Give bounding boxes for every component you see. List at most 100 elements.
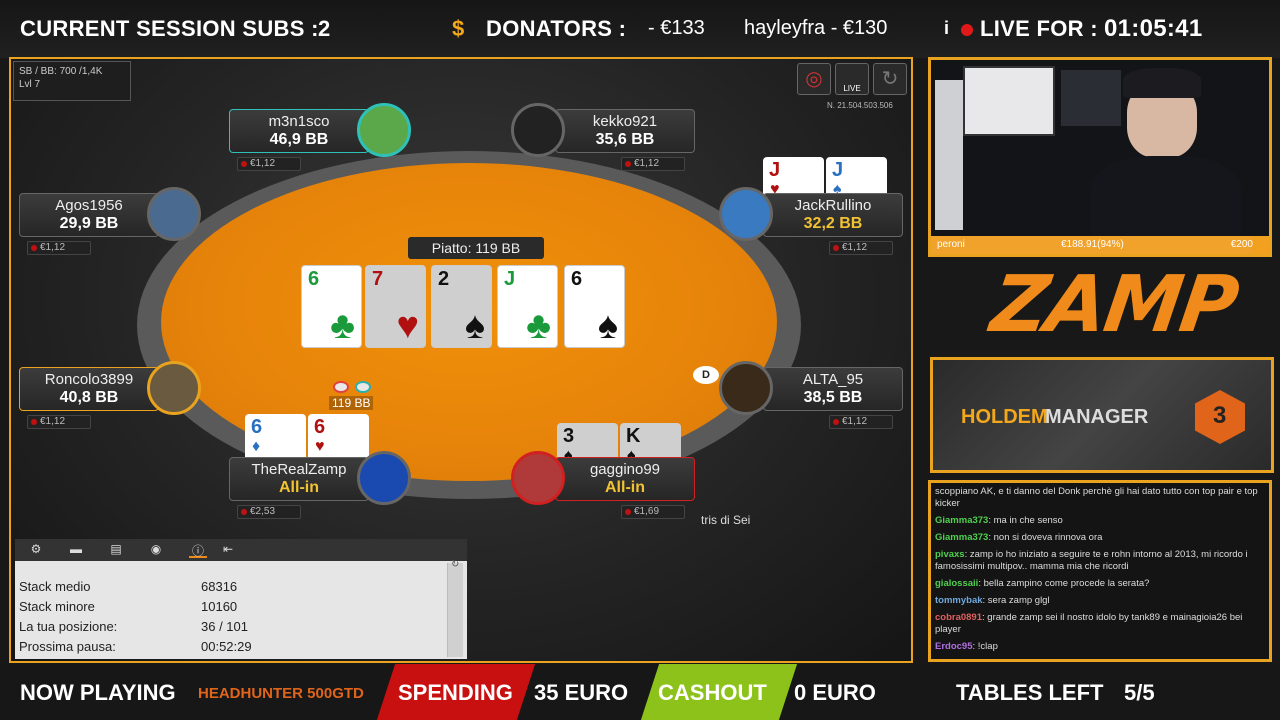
player-name: Roncolo3899 bbox=[44, 371, 134, 388]
spending-label: SPENDING bbox=[398, 680, 513, 705]
card-suit-icon: ♠ bbox=[597, 305, 618, 347]
cashout-value: 0 EURO bbox=[794, 680, 876, 705]
chat-message: Erdoc95: !clap bbox=[935, 641, 998, 652]
player-stack: 46,9 BB bbox=[269, 131, 329, 148]
player-avatar bbox=[511, 103, 565, 157]
card-rank: 6 bbox=[251, 416, 263, 438]
chip-icon bbox=[333, 381, 349, 393]
webcam-feed: peroni €188.91(94%) €200 bbox=[928, 57, 1272, 257]
player-plate: m3n1sco 46,9 BB bbox=[229, 109, 369, 153]
card-rank: 2 bbox=[438, 268, 450, 290]
goal-amount: €188.91(94%) bbox=[1061, 239, 1124, 250]
blinds-text: SB / BB: 700 /1,4K bbox=[19, 66, 103, 77]
stat-value: 10160 bbox=[201, 599, 238, 614]
player-stack: All-in bbox=[605, 479, 645, 496]
player-seat[interactable]: ALTA_95 38,5 BB €1,12 bbox=[719, 361, 903, 437]
player-plate: kekko921 35,6 BB bbox=[555, 109, 695, 153]
stat-row: Stack minore 10160 bbox=[19, 599, 237, 614]
chat-message: gialossaii: bella zampino come procede l… bbox=[935, 578, 1150, 589]
card-rank: 3 bbox=[563, 425, 575, 447]
player-seat[interactable]: kekko921 35,6 BB €1,12 bbox=[511, 103, 695, 179]
card-rank: J bbox=[769, 159, 781, 181]
player-seat[interactable]: Roncolo3899 40,8 BB €1,12 bbox=[19, 361, 203, 437]
info-tab-icon[interactable]: ⓘ bbox=[189, 542, 207, 558]
player-name: kekko921 bbox=[592, 113, 658, 130]
stat-row: Prossima pausa: 00:52:29 bbox=[19, 639, 252, 654]
card-rank: 6 bbox=[571, 268, 583, 290]
player-plate: gaggino99 All-in bbox=[555, 457, 695, 501]
stat-label: La tua posizione: bbox=[19, 619, 118, 634]
stat-label: Prossima pausa: bbox=[19, 639, 116, 654]
top-donator: hayleyfra - €130 bbox=[744, 17, 888, 39]
panel-tabs: ⚙ ▬ ▤ ◉ ⓘ ⇤ bbox=[15, 539, 467, 561]
stat-label: Stack medio bbox=[19, 579, 91, 594]
chat-text: sera zamp glgl bbox=[987, 595, 1050, 606]
bounty-value: €1,12 bbox=[829, 415, 893, 429]
live-time: 01:05:41 bbox=[1104, 15, 1203, 42]
player-avatar bbox=[357, 103, 411, 157]
spending-value: 35 EURO bbox=[534, 680, 629, 705]
chat-username: tommybak bbox=[935, 595, 983, 606]
refresh-small-icon[interactable]: ↻ bbox=[451, 559, 459, 570]
roulette-icon[interactable]: ◎ bbox=[797, 63, 831, 95]
player-stack: 35,6 BB bbox=[595, 131, 655, 148]
chat-message: pivaxs: zamp io ho iniziato a seguire te… bbox=[935, 549, 1248, 572]
player-seat[interactable]: gaggino99 All-in €1,69 bbox=[511, 451, 695, 527]
player-stack: 29,9 BB bbox=[59, 215, 119, 232]
player-seat[interactable]: JackRullino 32,2 BB €1,12 bbox=[719, 187, 903, 263]
stat-label: Stack minore bbox=[19, 599, 95, 614]
level-text: Lvl 7 bbox=[19, 79, 41, 90]
bounty-value: €1,12 bbox=[237, 157, 301, 171]
card-suit-icon: ♥ bbox=[396, 305, 419, 347]
player-seat[interactable]: Agos1956 29,9 BB €1,12 bbox=[19, 187, 203, 263]
player-avatar bbox=[511, 451, 565, 505]
hm-brand-2: MANAGER bbox=[1045, 406, 1149, 428]
live-badge: LIVE bbox=[843, 84, 861, 93]
chat-icon[interactable]: ▬ bbox=[67, 542, 85, 558]
chat-username: Erdoc95 bbox=[935, 641, 973, 652]
chat-message: tommybak: sera zamp glgl bbox=[935, 595, 1050, 606]
chat-message: Giamma373: ma in che senso bbox=[935, 515, 1063, 526]
chat-text: non si doveva rinnova ora bbox=[993, 532, 1103, 543]
player-avatar bbox=[147, 361, 201, 415]
board-card: 7 ♥ bbox=[365, 265, 426, 348]
stat-value: 68316 bbox=[201, 579, 238, 594]
chat-username: Giamma373 bbox=[935, 532, 989, 543]
hm-brand-1: HOLDEM bbox=[961, 406, 1048, 428]
settings-icon[interactable]: ⚙ bbox=[27, 542, 45, 558]
refresh-icon[interactable]: ↻ bbox=[873, 63, 907, 95]
player-plate: Roncolo3899 40,8 BB bbox=[19, 367, 159, 411]
chat-panel: scoppiano AK, e ti danno del Donk perchè… bbox=[928, 480, 1272, 662]
bounty-value: €1,12 bbox=[27, 241, 91, 255]
stats-rows: Stack medio 68316 Stack minore 10160 La tu… bbox=[15, 561, 467, 659]
notes-icon[interactable]: ▤ bbox=[107, 542, 125, 558]
player-seat[interactable]: m3n1sco 46,9 BB €1,12 bbox=[229, 103, 413, 179]
player-plate: TheRealZamp All-in bbox=[229, 457, 369, 501]
card-rank: 7 bbox=[372, 268, 384, 290]
player-avatar bbox=[147, 187, 201, 241]
player-plate: JackRullino 32,2 BB bbox=[763, 193, 903, 237]
chat-message: cobra0891: grande zamp sei il nostro ido… bbox=[935, 612, 1243, 635]
chat-text: ma in che senso bbox=[993, 515, 1063, 526]
tables-left-label: TABLES LEFT bbox=[956, 680, 1104, 705]
bounty-value: €1,12 bbox=[27, 415, 91, 429]
stat-value: 00:52:29 bbox=[201, 639, 252, 654]
live-casino-icon[interactable]: LIVE bbox=[835, 63, 869, 95]
panel-scrollbar[interactable] bbox=[447, 563, 463, 657]
player-avatar bbox=[357, 451, 411, 505]
bounty-value: €1,69 bbox=[621, 505, 685, 519]
bounty-value: €1,12 bbox=[621, 157, 685, 171]
chip-icon bbox=[355, 381, 371, 393]
collapse-icon[interactable]: ⇤ bbox=[219, 542, 237, 558]
hm-number: 3 bbox=[1213, 402, 1227, 429]
blinds-info: SB / BB: 700 /1,4K Lvl 7 bbox=[13, 61, 131, 101]
chips-icon[interactable]: ◉ bbox=[147, 542, 165, 558]
player-stack: 32,2 BB bbox=[803, 215, 863, 232]
monitor2-image bbox=[1061, 70, 1121, 126]
player-seat[interactable]: TheRealZamp All-in €2,53 bbox=[229, 451, 413, 527]
card-suit-icon: ♣ bbox=[330, 305, 355, 347]
board-card: 6 ♠ bbox=[564, 265, 625, 348]
donators-value: - €133 bbox=[648, 17, 705, 39]
pot-label: Piatto: 119 BB bbox=[408, 237, 544, 259]
now-playing-label: NOW PLAYING bbox=[20, 680, 176, 705]
